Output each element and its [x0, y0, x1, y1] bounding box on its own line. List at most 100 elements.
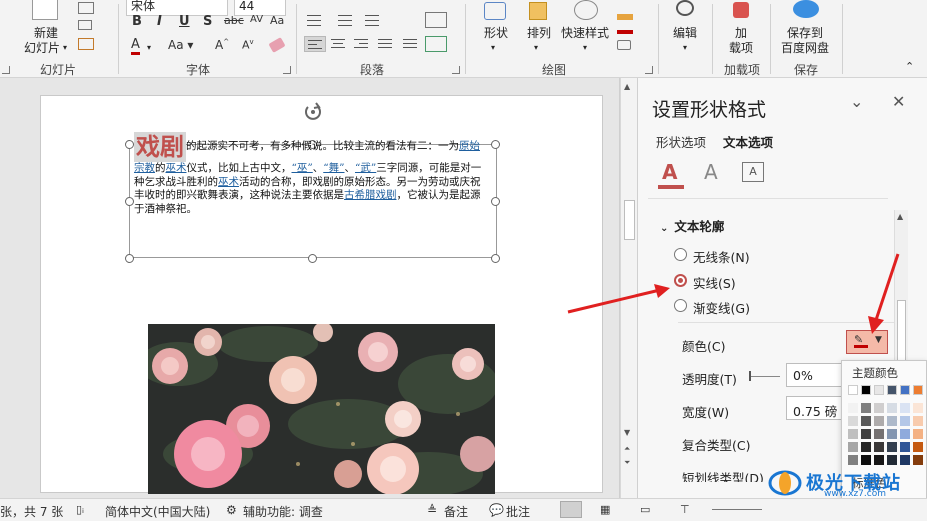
- font-case-button[interactable]: Aa ▾: [168, 38, 193, 52]
- save-to-label-2[interactable]: 百度网盘: [781, 41, 829, 55]
- hyperlink[interactable]: 巫术: [218, 176, 239, 188]
- pane-close-icon[interactable]: ✕: [892, 92, 905, 111]
- zoom-slider[interactable]: [712, 509, 762, 510]
- color-swatch[interactable]: [848, 403, 858, 413]
- scroll-down-icon[interactable]: ▼: [624, 428, 630, 437]
- hyperlink[interactable]: 古希腊戏剧: [344, 189, 397, 201]
- arrange-label[interactable]: 排列: [527, 26, 551, 40]
- normal-view-icon[interactable]: [560, 501, 582, 518]
- quick-styles-icon[interactable]: [574, 0, 598, 20]
- previous-slide-icon[interactable]: ⏶: [624, 444, 630, 454]
- color-swatch[interactable]: [900, 416, 910, 426]
- text-fill-outline-icon[interactable]: A: [656, 160, 686, 190]
- new-slide-icon[interactable]: [32, 0, 58, 20]
- color-swatch[interactable]: [874, 416, 884, 426]
- bullets-button[interactable]: [304, 12, 326, 28]
- tab-shape-options[interactable]: 形状选项: [656, 132, 706, 151]
- save-to-label[interactable]: 保存到: [787, 26, 823, 40]
- text-direction-button[interactable]: [425, 12, 447, 28]
- numbering-button[interactable]: [335, 12, 357, 28]
- find-icon[interactable]: [676, 0, 694, 16]
- color-swatch[interactable]: [900, 403, 910, 413]
- solid-line-label[interactable]: 实线(S): [693, 273, 736, 292]
- clear-format-icon[interactable]: [268, 37, 286, 53]
- spelling-icon[interactable]: ▯ᵢ: [76, 503, 84, 516]
- bold-button[interactable]: B: [132, 14, 142, 29]
- char-spacing-button[interactable]: AV: [250, 14, 263, 25]
- color-swatch[interactable]: [874, 403, 884, 413]
- no-line-label[interactable]: 无线条(N): [693, 247, 750, 266]
- addins-icon[interactable]: [733, 2, 749, 18]
- color-swatch[interactable]: [848, 442, 858, 452]
- outline-color-button[interactable]: ✎ ▼: [846, 330, 888, 354]
- text-box-icon[interactable]: A: [742, 162, 764, 182]
- notes-button[interactable]: 备注: [444, 503, 468, 520]
- color-swatch[interactable]: [887, 429, 897, 439]
- section-icon[interactable]: [78, 38, 94, 50]
- slides-dialog-launcher-icon[interactable]: [2, 66, 10, 74]
- shapes-icon[interactable]: [484, 2, 506, 20]
- color-swatch[interactable]: [861, 455, 871, 465]
- color-swatch[interactable]: [887, 442, 897, 452]
- color-swatch[interactable]: [913, 403, 923, 413]
- resize-handle[interactable]: [125, 197, 134, 206]
- rotate-handle-icon[interactable]: [302, 101, 324, 123]
- slideshow-icon[interactable]: ⊤: [680, 503, 690, 516]
- body-text[interactable]: 戏剧 的起源实不可考，有多种假说。比较主流的看法有二：一为原始宗教的巫术仪式，比如…: [134, 132, 489, 216]
- strikethrough-button[interactable]: abc: [224, 14, 244, 27]
- reading-view-icon[interactable]: ▭: [640, 503, 650, 516]
- dropdown-arrow-icon[interactable]: ▾: [583, 41, 587, 55]
- arrange-icon[interactable]: [529, 2, 547, 20]
- italic-button[interactable]: I: [157, 14, 162, 29]
- hyperlink[interactable]: “舞”: [323, 162, 344, 174]
- editing-label[interactable]: 编辑: [673, 26, 697, 40]
- transparency-slider[interactable]: [749, 371, 780, 381]
- tab-text-options[interactable]: 文本选项: [723, 132, 773, 151]
- shape-outline-icon[interactable]: [617, 30, 633, 34]
- color-swatch[interactable]: [861, 442, 871, 452]
- new-slide-label[interactable]: 新建: [34, 26, 58, 40]
- align-left-button[interactable]: [304, 36, 326, 52]
- scroll-up-icon[interactable]: ▲: [624, 82, 630, 91]
- scroll-up-icon[interactable]: ▲: [897, 212, 903, 221]
- color-swatch[interactable]: [887, 416, 897, 426]
- grow-font-button[interactable]: A^: [215, 38, 229, 52]
- new-slide-label-2[interactable]: 幻灯片: [24, 41, 60, 55]
- next-slide-icon[interactable]: ⏷: [624, 458, 630, 468]
- language-status[interactable]: 简体中文(中国大陆): [105, 503, 210, 520]
- color-swatch[interactable]: [874, 442, 884, 452]
- resize-handle[interactable]: [491, 140, 500, 149]
- align-right-button[interactable]: [351, 36, 373, 52]
- color-swatch[interactable]: [913, 455, 923, 465]
- shapes-label[interactable]: 形状: [484, 26, 508, 40]
- hyperlink[interactable]: 巫术: [166, 162, 187, 174]
- color-swatch[interactable]: [913, 429, 923, 439]
- color-swatch[interactable]: [913, 416, 923, 426]
- radio-gradient-line[interactable]: [674, 299, 687, 312]
- addins-label[interactable]: 加: [735, 26, 747, 40]
- color-swatch[interactable]: [861, 385, 871, 395]
- dropdown-arrow-icon[interactable]: ▾: [147, 41, 151, 55]
- dropdown-arrow-icon[interactable]: ▾: [491, 41, 495, 55]
- color-swatch[interactable]: [913, 385, 923, 395]
- color-swatch[interactable]: [887, 403, 897, 413]
- shape-effects-icon[interactable]: [617, 40, 631, 50]
- resize-handle[interactable]: [491, 197, 500, 206]
- color-swatch[interactable]: [900, 385, 910, 395]
- paragraph-dialog-launcher-icon[interactable]: [452, 66, 460, 74]
- align-center-button[interactable]: [328, 36, 350, 52]
- color-swatch[interactable]: [874, 455, 884, 465]
- slider-thumb[interactable]: [749, 371, 751, 381]
- shadow-button[interactable]: S: [203, 14, 212, 29]
- font-dialog-launcher-icon[interactable]: [283, 66, 291, 74]
- resize-handle[interactable]: [308, 254, 317, 263]
- distributed-button[interactable]: [400, 36, 422, 52]
- color-swatch[interactable]: [874, 385, 884, 395]
- collapse-chevron-icon[interactable]: ⌄: [660, 223, 668, 234]
- dropdown-arrow-icon[interactable]: ▾: [683, 41, 687, 55]
- scrollbar-thumb[interactable]: [624, 200, 635, 240]
- shrink-font-button[interactable]: Av: [242, 38, 254, 52]
- color-swatch[interactable]: [900, 429, 910, 439]
- slide-canvas[interactable]: 戏剧 的起源实不可考，有多种假说。比较主流的看法有二：一为原始宗教的巫术仪式，比如…: [40, 95, 603, 494]
- color-swatch[interactable]: [848, 385, 858, 395]
